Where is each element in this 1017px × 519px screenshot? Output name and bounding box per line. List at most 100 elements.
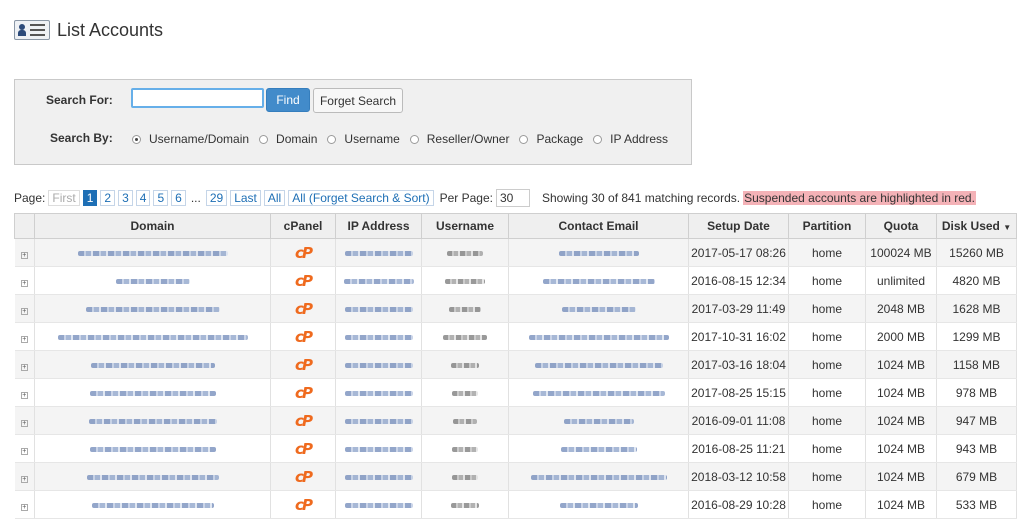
expand-cell[interactable]: + <box>14 462 35 491</box>
cpanel-cell[interactable]: cP <box>270 490 336 519</box>
domain-cell[interactable] <box>34 434 271 463</box>
page-link-1[interactable]: 1 <box>82 190 98 206</box>
page-link-4[interactable]: 4 <box>135 190 151 206</box>
forget-search-button[interactable]: Forget Search <box>313 88 403 113</box>
expand-row-icon[interactable]: + <box>20 363 28 371</box>
page-link-6[interactable]: 6 <box>171 190 186 206</box>
expand-row-icon[interactable]: + <box>20 307 28 315</box>
column-header-disk-used[interactable]: Disk Used ▼ <box>936 213 1017 239</box>
expand-row-icon[interactable]: + <box>20 447 28 455</box>
ip-address-cell <box>335 294 422 323</box>
first-page-link[interactable]: First <box>48 190 80 206</box>
cpanel-logo-icon[interactable]: cP <box>295 356 313 374</box>
column-header-cpanel[interactable]: cPanel <box>270 213 336 239</box>
cpanel-logo-icon[interactable]: cP <box>295 412 313 430</box>
column-header-quota[interactable]: Quota <box>865 213 937 239</box>
column-header-username[interactable]: Username <box>421 213 509 239</box>
radio-icon[interactable] <box>259 134 269 144</box>
expand-cell[interactable]: + <box>14 406 35 435</box>
expand-cell[interactable]: + <box>14 294 35 323</box>
cpanel-logo-icon[interactable]: cP <box>295 440 313 458</box>
domain-cell[interactable] <box>34 462 271 491</box>
radio-username-domain[interactable]: Username/Domain <box>132 132 249 146</box>
domain-cell[interactable] <box>34 378 271 407</box>
expand-row-icon[interactable]: + <box>20 475 28 483</box>
table-row[interactable]: + cP 2017-03-29 11:49 home 2048 MB 1628 MB <box>14 294 1017 323</box>
table-row[interactable]: + cP 2016-09-01 11:08 home 1024 MB 947 MB <box>14 406 1017 435</box>
cpanel-logo-icon[interactable]: cP <box>295 272 313 290</box>
domain-cell[interactable] <box>34 490 271 519</box>
cpanel-logo-icon[interactable]: cP <box>295 328 313 346</box>
radio-icon[interactable] <box>519 134 529 144</box>
page-link-5[interactable]: 5 <box>153 190 169 206</box>
search-input[interactable] <box>131 88 264 108</box>
domain-cell[interactable] <box>34 238 271 267</box>
table-row[interactable]: + cP 2016-08-29 10:28 home 1024 MB 533 MB <box>14 490 1017 519</box>
table-row[interactable]: + cP 2017-03-16 18:04 home 1024 MB 1158 MB <box>14 350 1017 379</box>
column-header-contact-email[interactable]: Contact Email <box>508 213 689 239</box>
table-row[interactable]: + cP 2017-05-17 08:26 home 100024 MB 15260 MB <box>14 238 1017 267</box>
cpanel-logo-icon[interactable]: cP <box>295 300 313 318</box>
expand-cell[interactable]: + <box>14 238 35 267</box>
all-link[interactable]: All <box>263 190 286 206</box>
all-forget-link[interactable]: All (Forget Search & Sort) <box>288 190 434 206</box>
cpanel-cell[interactable]: cP <box>270 322 336 351</box>
expand-cell[interactable]: + <box>14 266 35 295</box>
find-button[interactable]: Find <box>266 88 310 112</box>
column-header-ip-address[interactable]: IP Address <box>335 213 422 239</box>
expand-row-icon[interactable]: + <box>20 251 28 259</box>
radio-icon[interactable] <box>409 134 419 144</box>
cpanel-logo-icon[interactable]: cP <box>295 244 313 262</box>
domain-cell[interactable] <box>34 294 271 323</box>
domain-cell[interactable] <box>34 266 271 295</box>
cpanel-logo-icon[interactable]: cP <box>295 384 313 402</box>
radio-ip-address[interactable]: IP Address <box>593 132 668 146</box>
column-header-domain[interactable]: Domain <box>34 213 271 239</box>
expand-cell[interactable]: + <box>14 322 35 351</box>
last-page-link[interactable]: Last <box>230 190 261 206</box>
table-row[interactable]: + cP 2016-08-15 12:34 home unlimited 4820 MB <box>14 266 1017 295</box>
radio-reseller-owner[interactable]: Reseller/Owner <box>409 132 509 146</box>
redacted-ip <box>344 362 413 368</box>
cpanel-cell[interactable]: cP <box>270 378 336 407</box>
domain-cell[interactable] <box>34 406 271 435</box>
page-link-2[interactable]: 2 <box>100 190 116 206</box>
setup-date-cell: 2017-05-17 08:26 <box>688 238 789 267</box>
expand-cell[interactable]: + <box>14 350 35 379</box>
column-header-partition[interactable]: Partition <box>788 213 866 239</box>
radio-icon[interactable] <box>327 134 337 144</box>
column-header-setup-date[interactable]: Setup Date <box>688 213 789 239</box>
domain-cell[interactable] <box>34 322 271 351</box>
expand-row-icon[interactable]: + <box>20 279 28 287</box>
domain-cell[interactable] <box>34 350 271 379</box>
expand-cell[interactable]: + <box>14 434 35 463</box>
page-link-29[interactable]: 29 <box>205 190 228 206</box>
cpanel-cell[interactable]: cP <box>270 462 336 491</box>
redacted-username <box>452 474 478 480</box>
expand-row-icon[interactable]: + <box>20 419 28 427</box>
radio-icon[interactable] <box>593 134 603 144</box>
cpanel-logo-icon[interactable]: cP <box>295 468 313 486</box>
page-link-3[interactable]: 3 <box>118 190 133 206</box>
setup-date-cell: 2016-08-25 11:21 <box>688 434 789 463</box>
expand-row-icon[interactable]: + <box>20 503 28 511</box>
radio-package[interactable]: Package <box>519 132 583 146</box>
expand-cell[interactable]: + <box>14 378 35 407</box>
expand-row-icon[interactable]: + <box>20 335 28 343</box>
cpanel-cell[interactable]: cP <box>270 434 336 463</box>
cpanel-cell[interactable]: cP <box>270 294 336 323</box>
expand-cell[interactable]: + <box>14 490 35 519</box>
cpanel-cell[interactable]: cP <box>270 238 336 267</box>
per-page-input[interactable]: 30 <box>495 189 530 207</box>
cpanel-cell[interactable]: cP <box>270 406 336 435</box>
radio-domain[interactable]: Domain <box>259 132 317 146</box>
cpanel-cell[interactable]: cP <box>270 266 336 295</box>
radio-username[interactable]: Username <box>327 132 400 146</box>
radio-selected-icon[interactable] <box>132 134 141 144</box>
cpanel-cell[interactable]: cP <box>270 350 336 379</box>
table-row[interactable]: + cP 2016-08-25 11:21 home 1024 MB 943 MB <box>14 434 1017 463</box>
table-row[interactable]: + cP 2017-10-31 16:02 home 2000 MB 1299 MB <box>14 322 1017 351</box>
table-row[interactable]: + cP 2017-08-25 15:15 home 1024 MB 978 MB <box>14 378 1017 407</box>
table-row[interactable]: + cP 2018-03-12 10:58 home 1024 MB 679 MB <box>14 462 1017 491</box>
expand-row-icon[interactable]: + <box>20 391 28 399</box>
